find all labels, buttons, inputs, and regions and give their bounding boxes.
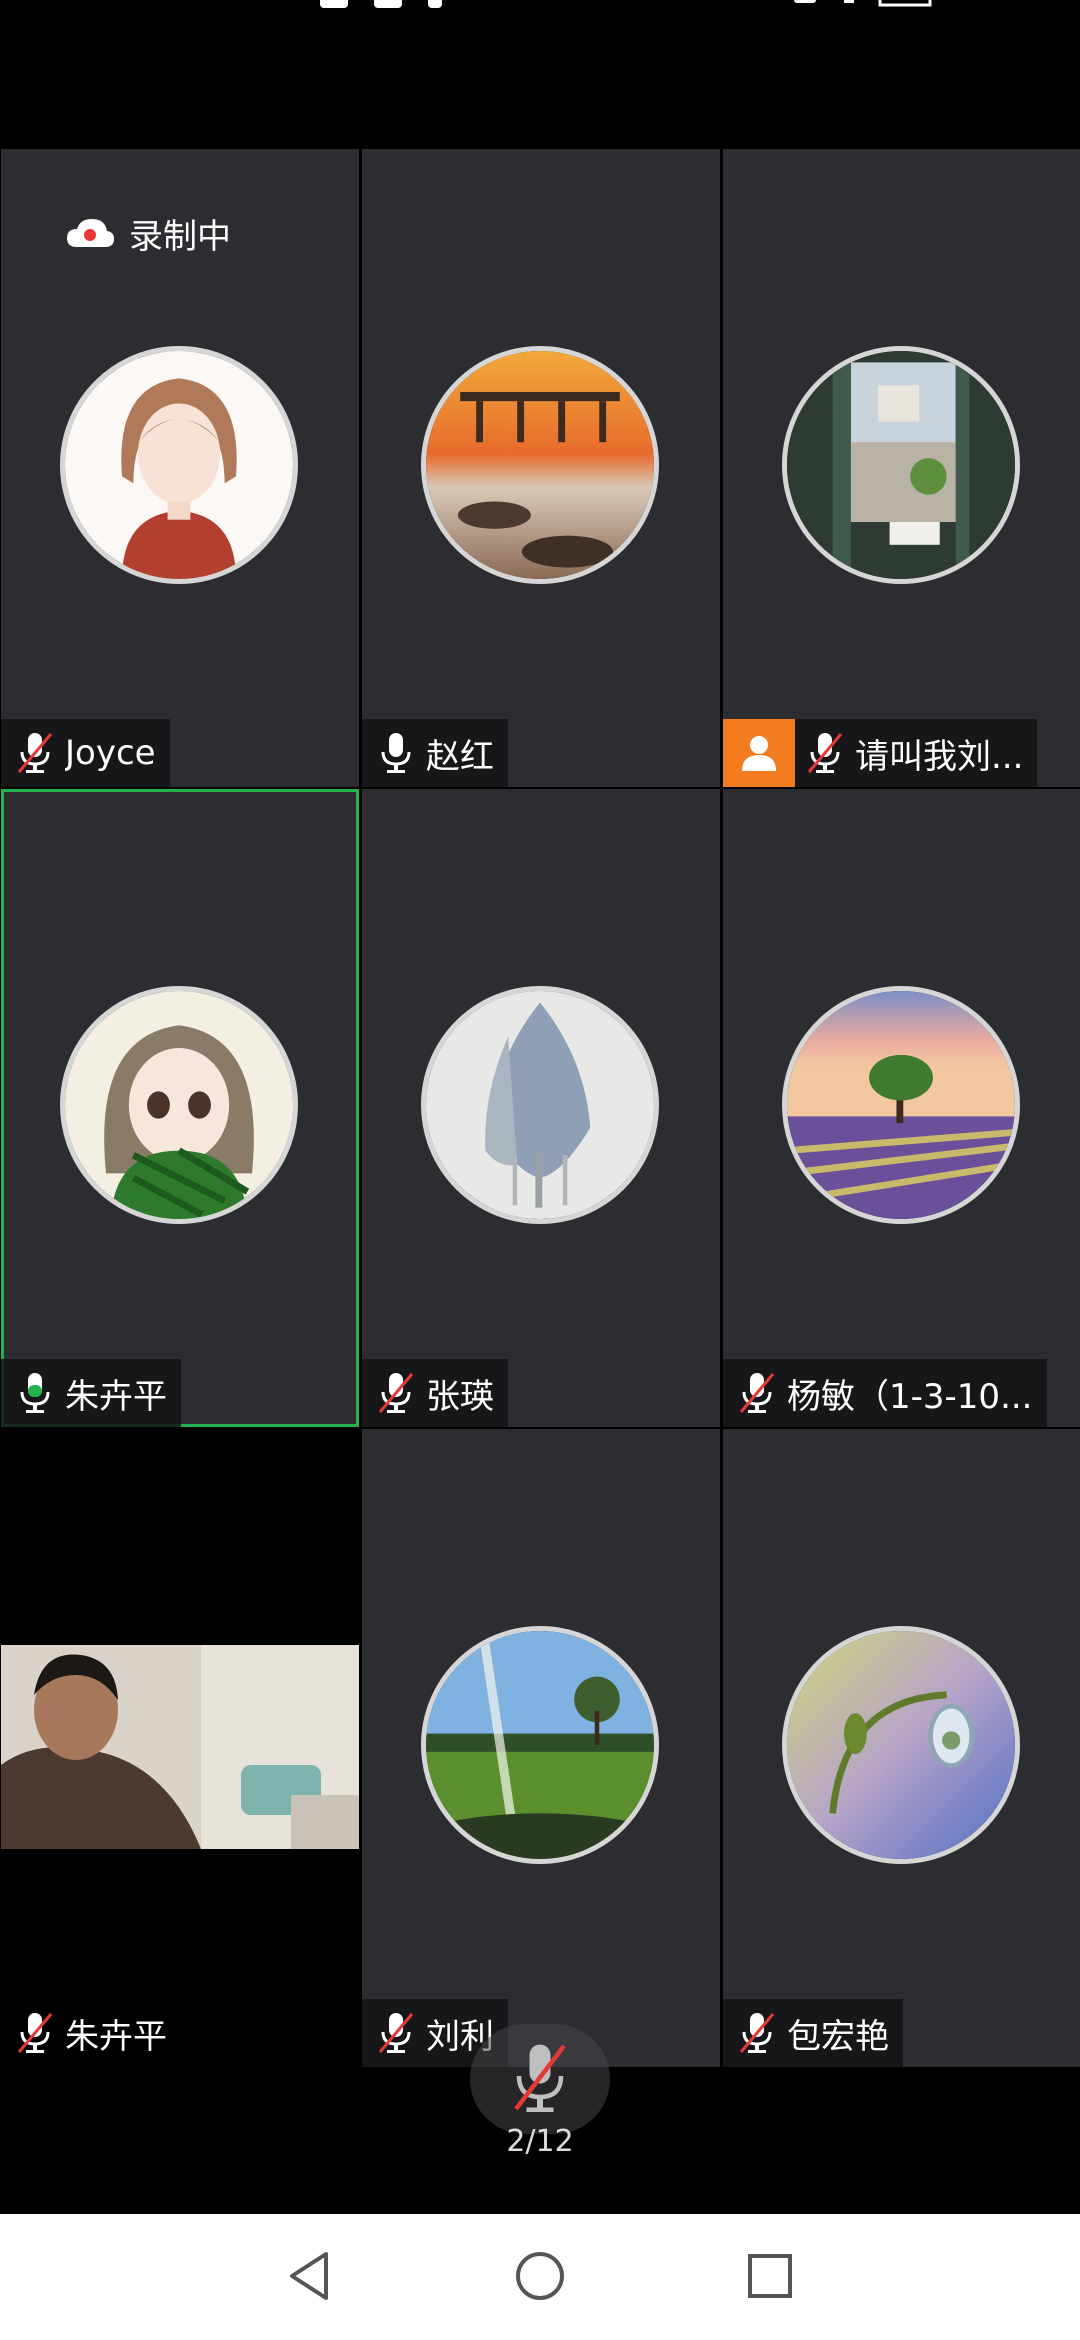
anime-girl-scarf-avatar-image (65, 991, 293, 1219)
microphone-muted-icon (739, 1373, 775, 1413)
person-icon (742, 736, 776, 771)
camera-video-image (1, 1645, 359, 1849)
status-bar (0, 0, 1080, 150)
participant-name: 朱卉平 (65, 2016, 167, 2057)
microphone-muted-icon (514, 2044, 566, 2112)
participant-name: 请叫我刘... (855, 736, 1024, 777)
microphone-muted-icon (17, 2013, 53, 2053)
microphone-muted-icon (378, 2013, 414, 2053)
participant-name: 赵红 (426, 736, 494, 777)
recents-icon[interactable] (742, 2248, 798, 2304)
status-icons-left (320, 0, 442, 10)
participant-tile-video[interactable]: 朱卉平 (1, 1429, 359, 2067)
microphone-speaking-icon (20, 1373, 50, 1413)
participant-nameplate: Joyce (1, 719, 170, 787)
participant-name: 包宏艳 (787, 2016, 889, 2057)
avatar (60, 986, 298, 1224)
avatar (421, 346, 659, 584)
participant-nameplate: 请叫我刘... (723, 719, 1038, 787)
participant-tile-zhao-hong[interactable]: 赵红 (362, 149, 720, 787)
avatar (421, 986, 659, 1224)
participant-grid: 录制中 Joyce 赵红 请叫我刘... 朱卉平 张瑛 杨敏（1-3-10...… (0, 148, 1080, 2067)
microphone-icon (381, 733, 411, 773)
water-drop-flower-avatar-image (787, 1631, 1015, 1859)
participant-name: Joyce (65, 733, 156, 773)
participant-nameplate: 赵红 (362, 719, 508, 787)
avatar (421, 1626, 659, 1864)
avatar (782, 1626, 1020, 1864)
microphone-muted-icon (378, 1373, 414, 1413)
avatar (782, 346, 1020, 584)
navigation-bar (0, 2214, 1080, 2340)
lavender-field-avatar-image (787, 991, 1015, 1219)
participant-nameplate: 杨敏（1-3-10... (723, 1359, 1047, 1427)
participant-tile-joyce[interactable]: 录制中 Joyce (1, 149, 359, 787)
microphone-muted-icon (807, 733, 843, 773)
grass-field-avatar-image (426, 1631, 654, 1859)
participant-name: 杨敏（1-3-10... (787, 1376, 1033, 1417)
pier-sunset-avatar-image (426, 351, 654, 579)
participant-nameplate: 包宏艳 (723, 1999, 903, 2067)
home-icon[interactable] (512, 2248, 568, 2304)
tree-painting-avatar-image (426, 991, 654, 1219)
video-feed (1, 1645, 359, 1849)
host-badge (723, 719, 795, 787)
participant-nameplate: 朱卉平 (1, 1359, 181, 1427)
page-indicator: 2/12 (506, 2124, 574, 2159)
cloud-recording-icon (67, 218, 114, 247)
recording-label: 录制中 (129, 217, 231, 257)
back-icon[interactable] (282, 2248, 338, 2304)
participant-tile-zhang-ying[interactable]: 张瑛 (362, 789, 720, 1427)
microphone-muted-icon (739, 2013, 775, 2053)
mute-toggle-button[interactable] (470, 2024, 610, 2134)
recording-indicator: 录制中 (65, 209, 231, 258)
participant-tile-yang-min[interactable]: 杨敏（1-3-10... (723, 789, 1080, 1427)
participant-tile-active-speaker[interactable]: 朱卉平 (1, 789, 359, 1427)
avatar (782, 986, 1020, 1224)
microphone-muted-icon (17, 733, 53, 773)
notification-icon (320, 0, 348, 8)
participant-name: 张瑛 (426, 1376, 494, 1417)
battery-icon (794, 0, 932, 7)
participant-tile-liu-li[interactable]: 刘利 (362, 1429, 720, 2067)
participant-tile-host[interactable]: 请叫我刘... (723, 149, 1080, 787)
signal-icon (374, 0, 402, 8)
avatar (60, 346, 298, 584)
anime-girl-avatar-image (65, 351, 293, 579)
participant-tile-bao-hong-yan[interactable]: 包宏艳 (723, 1429, 1080, 2067)
participant-nameplate: 朱卉平 (1, 1999, 181, 2067)
window-city-view-avatar-image (787, 351, 1015, 579)
status-icons-right (794, 0, 1054, 26)
bluetooth-icon (428, 0, 442, 8)
participant-name: 朱卉平 (65, 1376, 167, 1417)
participant-nameplate: 张瑛 (362, 1359, 508, 1427)
